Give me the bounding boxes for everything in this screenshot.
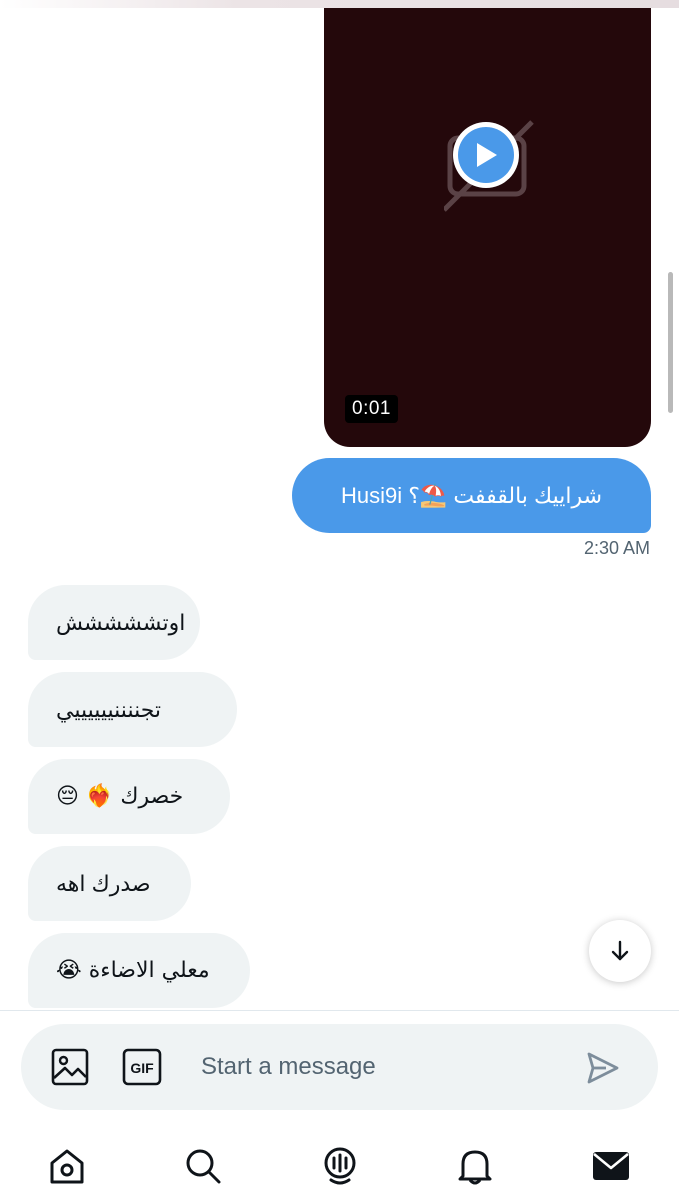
play-button[interactable] (453, 122, 519, 188)
nav-spaces[interactable] (318, 1144, 362, 1188)
composer-divider (0, 1010, 679, 1011)
video-duration: 0:01 (345, 395, 398, 423)
scrollbar[interactable] (668, 272, 673, 413)
message-composer: GIF (21, 1024, 658, 1110)
spaces-icon (324, 1147, 356, 1185)
bottom-navigation (0, 1130, 679, 1200)
message-text: معلي الاضاءة 😭 (56, 958, 210, 983)
nav-notifications[interactable] (453, 1144, 497, 1188)
messages-icon (593, 1152, 629, 1180)
message-text: اوتششششش (56, 609, 186, 635)
image-icon[interactable] (51, 1048, 89, 1086)
nav-home[interactable] (45, 1144, 89, 1188)
incoming-message-bubble[interactable]: تجننننييييييي (28, 672, 237, 747)
play-icon (477, 143, 497, 167)
gif-icon[interactable]: GIF (122, 1048, 162, 1086)
home-icon (50, 1149, 84, 1184)
incoming-message-bubble[interactable]: صدرك اهه (28, 846, 191, 921)
gif-label: GIF (130, 1060, 154, 1076)
message-input[interactable] (201, 1046, 561, 1088)
message-timestamp: 2:30 AM (583, 538, 650, 558)
incoming-message-bubble[interactable]: اوتششششش (28, 585, 200, 660)
search-icon (186, 1149, 221, 1184)
scroll-to-bottom-button[interactable] (589, 920, 651, 982)
message-text: شراييك بالقففت ⛱️؟ Husi9i (340, 482, 603, 508)
message-text: خصرك ❤️‍🔥 😔 (56, 784, 184, 809)
video-message[interactable]: 0:01 (324, 8, 651, 447)
message-text: صدرك اهه (56, 870, 151, 896)
send-icon[interactable] (586, 1051, 620, 1085)
nav-search[interactable] (181, 1144, 225, 1188)
incoming-message-bubble[interactable]: معلي الاضاءة 😭 (28, 933, 250, 1008)
top-status-strip (0, 0, 679, 8)
outgoing-message-bubble[interactable]: شراييك بالقففت ⛱️؟ Husi9i (292, 458, 651, 533)
arrow-down-icon (611, 940, 629, 961)
incoming-message-bubble[interactable]: خصرك ❤️‍🔥 😔 (28, 759, 230, 834)
notifications-icon (458, 1150, 492, 1185)
nav-messages[interactable] (589, 1144, 633, 1188)
message-text: تجننننييييييي (56, 696, 162, 722)
